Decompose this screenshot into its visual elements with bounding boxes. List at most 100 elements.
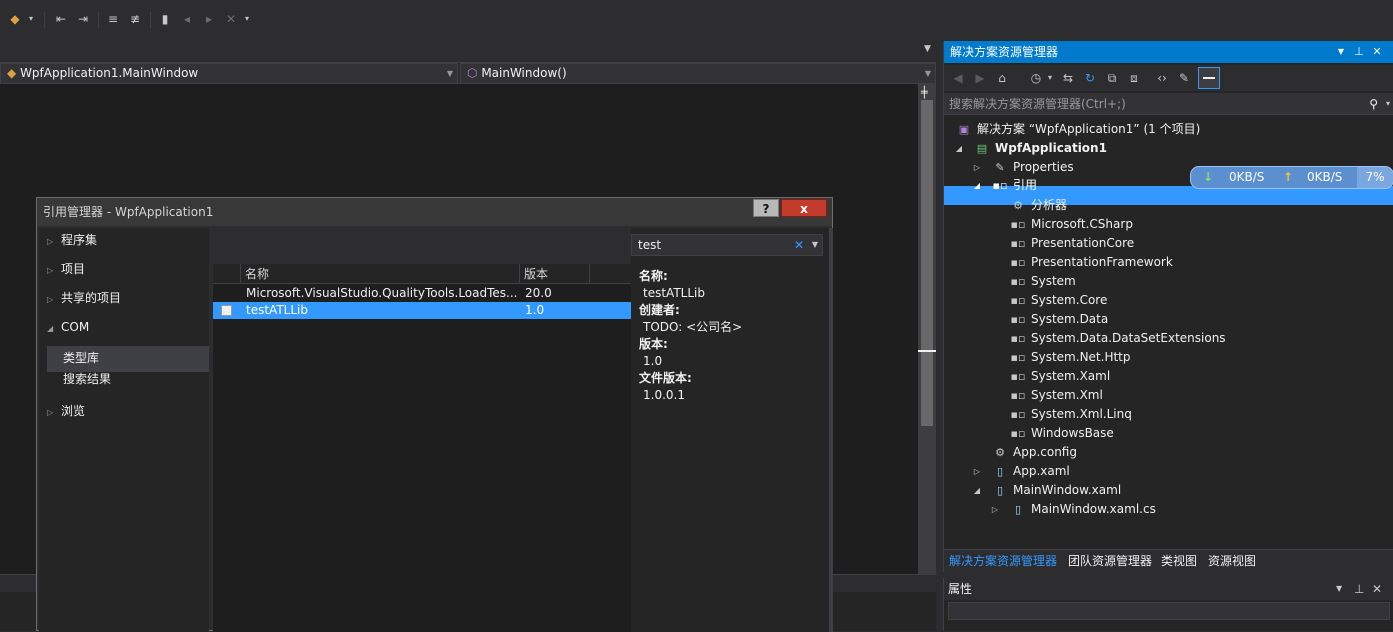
bookmark-icon[interactable]: ▮ (158, 12, 172, 26)
nav-com[interactable]: ◢ COM (47, 315, 89, 339)
tab-team-explorer[interactable]: 团队资源管理器 (1068, 550, 1152, 572)
class-combo[interactable]: ◆ WpfApplication1.MainWindow ▼ (0, 63, 458, 84)
expand-icon[interactable]: ▷ (990, 500, 1000, 519)
chevron-down-icon[interactable]: ▼ (812, 235, 818, 255)
tree-reference-item[interactable]: ▪▫ System.Net.Http (944, 348, 1393, 367)
clear-search-icon[interactable]: ✕ (794, 235, 804, 255)
version-column-header[interactable]: 版本 (520, 264, 590, 284)
tree-reference-item[interactable]: ▪▫ System.Xml.Linq (944, 405, 1393, 424)
name-column-header[interactable]: 名称 (241, 264, 520, 284)
find-in-files-icon[interactable]: ◆ (8, 12, 22, 26)
close-button[interactable]: x (781, 199, 827, 217)
assembly-icon: ▪▫ (1010, 370, 1026, 383)
chevron-down-icon[interactable]: ▾ (1386, 93, 1390, 115)
pin-icon[interactable]: ⊥ (1352, 41, 1366, 63)
upload-speed: 0KB/S (1307, 170, 1343, 184)
detail-version-label: 版本: (639, 337, 668, 351)
toolbar-dropdown-icon[interactable]: ▾ (24, 12, 38, 26)
solution-search-input[interactable]: 搜索解决方案资源管理器(Ctrl+;) ⚲ ▾ (944, 93, 1393, 115)
tree-app-config[interactable]: ⚙ App.config (944, 443, 1393, 462)
collapse-icon[interactable]: ◢ (954, 139, 964, 158)
tree-analyzers[interactable]: ⚙ 分析器 (944, 196, 1393, 215)
tree-reference-item[interactable]: ▪▫ System.Data (944, 310, 1393, 329)
table-row-selected[interactable]: testATLLib 1.0 (213, 302, 631, 319)
view-code-icon[interactable]: ‹› (1154, 70, 1170, 86)
row-version: 20.0 (525, 286, 552, 300)
toolbar-dropdown-icon[interactable]: ▾ (240, 12, 254, 26)
properties-object-combo[interactable] (948, 602, 1390, 620)
analyzer-icon: ⚙ (1013, 199, 1023, 212)
pin-icon[interactable]: ⊥ (1354, 578, 1364, 600)
tree-reference-item[interactable]: ▪▫ System (944, 272, 1393, 291)
tree-reference-item[interactable]: ▪▫ PresentationFramework (944, 253, 1393, 272)
back-icon[interactable]: ◀ (950, 70, 966, 86)
sync-icon[interactable]: ⇆ (1060, 70, 1076, 86)
tree-label: MainWindow.xaml.cs (1031, 502, 1156, 516)
nav-search-results[interactable]: 搜索结果 (63, 367, 111, 391)
editor-options-icon[interactable]: ▼ (924, 44, 931, 54)
tab-solution-explorer[interactable]: 解决方案资源管理器 (949, 550, 1057, 572)
nav-projects[interactable]: ▷ 项目 (47, 257, 85, 281)
help-button[interactable]: ? (753, 199, 779, 217)
next-bookmark-icon[interactable]: ▸ (202, 12, 216, 26)
tree-project[interactable]: ◢ ▤ WpfApplication1 (944, 139, 1393, 158)
tab-class-view[interactable]: 类视图 (1161, 550, 1197, 572)
indent-icon[interactable]: ⇥ (76, 12, 90, 26)
include-checkbox[interactable] (221, 305, 232, 316)
editor-scroll-thumb[interactable] (921, 100, 933, 426)
properties-icon[interactable]: ✎ (1176, 70, 1192, 86)
tree-label: PresentationFramework (1031, 255, 1173, 269)
solution-explorer: 解决方案资源管理器 ▼ ⊥ ✕ ◀ ▶ ⌂ ◷ ▾ ⇆ ↻ ⧉ ⧈ ‹› ✎ 搜… (943, 41, 1393, 572)
tree-reference-item[interactable]: ▪▫ System.Data.DataSetExtensions (944, 329, 1393, 348)
tree-reference-item[interactable]: ▪▫ WindowsBase (944, 424, 1393, 443)
refresh-icon[interactable]: ↻ (1082, 70, 1098, 86)
chevron-down-icon[interactable]: ▾ (1042, 70, 1058, 86)
window-position-icon[interactable]: ▼ (1336, 578, 1342, 600)
forward-icon[interactable]: ▶ (972, 70, 988, 86)
close-icon[interactable]: ✕ (1370, 41, 1384, 63)
close-icon[interactable]: ✕ (1372, 578, 1382, 600)
panel-splitter[interactable] (936, 41, 943, 631)
tree-reference-item[interactable]: ▪▫ System.Xml (944, 386, 1393, 405)
clear-bookmarks-icon[interactable]: ✕ (224, 12, 238, 26)
tree-mainwindow-cs[interactable]: ▷ ▯ MainWindow.xaml.cs (944, 500, 1393, 519)
home-icon[interactable]: ⌂ (994, 70, 1010, 86)
assembly-icon: ▪▫ (1010, 427, 1026, 440)
uncomment-icon[interactable]: ≢ (128, 12, 142, 26)
expand-icon: ▷ (47, 408, 54, 417)
preview-selected-button[interactable] (1198, 67, 1220, 89)
collapse-icon[interactable]: ◢ (972, 481, 982, 500)
tree-solution[interactable]: ▣ 解决方案 “WpfApplication1” (1 个项目) (944, 120, 1393, 139)
search-input[interactable]: test ✕ ▼ (631, 234, 823, 256)
comment-icon[interactable]: ≡ (106, 12, 120, 26)
member-combo[interactable]: ⬡ MainWindow() ▼ (460, 63, 936, 84)
table-row[interactable]: Microsoft.VisualStudio.QualityTools.Load… (213, 285, 631, 302)
tree-reference-item[interactable]: ▪▫ PresentationCore (944, 234, 1393, 253)
nav-assemblies[interactable]: ▷ 程序集 (47, 228, 97, 252)
row-version: 1.0 (525, 303, 545, 317)
nav-browse[interactable]: ▷ 浏览 (47, 399, 85, 423)
prev-bookmark-icon[interactable]: ◂ (180, 12, 194, 26)
tree-mainwindow-xaml[interactable]: ◢ ▯ MainWindow.xaml (944, 481, 1393, 500)
tab-resource-view[interactable]: 资源视图 (1208, 550, 1256, 572)
expand-icon[interactable]: ▷ (972, 158, 982, 177)
row-name: Microsoft.VisualStudio.QualityTools.Load… (246, 286, 518, 300)
tree-reference-item[interactable]: ▪▫ System.Xaml (944, 367, 1393, 386)
detail-name-value: testATLLib (643, 286, 705, 300)
tree-reference-item[interactable]: ▪▫ System.Core (944, 291, 1393, 310)
nav-shared-projects[interactable]: ▷ 共享的项目 (47, 286, 121, 310)
window-position-icon[interactable]: ▼ (1334, 41, 1348, 63)
collapse-icon[interactable]: ◢ (972, 176, 982, 195)
explorer-tab-strip: 解决方案资源管理器 团队资源管理器 类视图 资源视图 (944, 549, 1393, 572)
tree-reference-item[interactable]: ▪▫ Microsoft.CSharp (944, 215, 1393, 234)
split-icon[interactable]: ╪ (921, 86, 928, 99)
collapse-all-icon[interactable]: ⧉ (1104, 70, 1120, 86)
tree-app-xaml[interactable]: ▷ ▯ App.xaml (944, 462, 1393, 481)
expand-icon[interactable]: ▷ (972, 462, 982, 481)
outdent-icon[interactable]: ⇤ (54, 12, 68, 26)
nav-search-results-label: 搜索结果 (63, 372, 112, 386)
nav-projects-label: 项目 (61, 262, 86, 276)
dialog-scrollbar[interactable] (829, 228, 833, 632)
show-all-files-icon[interactable]: ⧈ (1126, 70, 1142, 86)
search-icon[interactable]: ⚲ (1369, 93, 1378, 115)
